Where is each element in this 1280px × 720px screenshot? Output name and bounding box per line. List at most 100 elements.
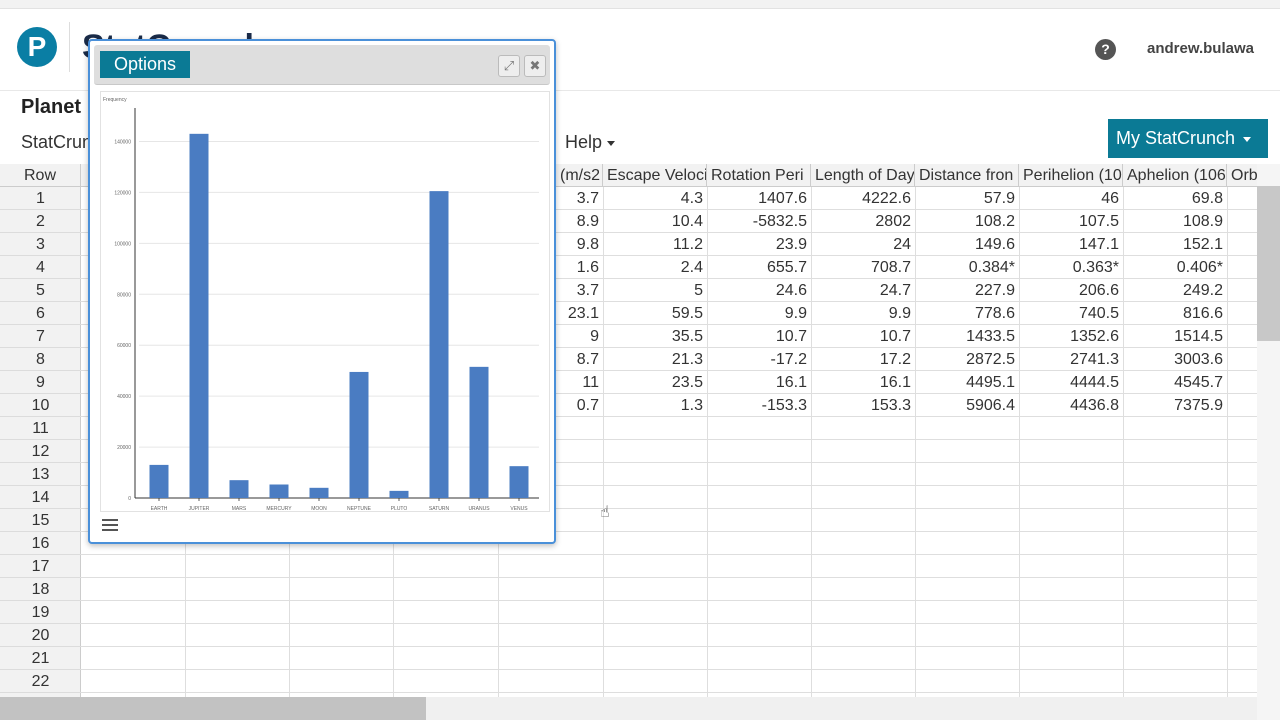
table-cell[interactable]: 5 <box>603 279 707 302</box>
table-cell[interactable]: 149.6 <box>915 233 1019 256</box>
column-header[interactable]: Escape Veloci <box>603 164 707 187</box>
table-cell[interactable]: 816.6 <box>1123 302 1227 325</box>
help-icon[interactable]: ? <box>1095 39 1116 60</box>
table-cell[interactable]: 10.4 <box>603 210 707 233</box>
row-number[interactable]: 7 <box>0 325 81 348</box>
expand-icon[interactable]: ⤢ <box>498 55 520 77</box>
table-cell[interactable]: 7375.9 <box>1123 394 1227 417</box>
table-cell[interactable]: 2.4 <box>603 256 707 279</box>
table-cell[interactable]: 23.9 <box>707 233 811 256</box>
table-cell[interactable]: 11.2 <box>603 233 707 256</box>
table-cell[interactable]: 249.2 <box>1123 279 1227 302</box>
row-number[interactable]: 11 <box>0 417 81 440</box>
table-cell[interactable]: 108.9 <box>1123 210 1227 233</box>
table-cell[interactable]: 17.2 <box>811 348 915 371</box>
table-cell[interactable]: 152.1 <box>1123 233 1227 256</box>
table-cell[interactable]: 23.5 <box>603 371 707 394</box>
row-number[interactable]: 2 <box>0 210 81 233</box>
row-number[interactable]: 15 <box>0 509 81 532</box>
table-cell[interactable]: -153.3 <box>707 394 811 417</box>
my-statcrunch-button[interactable]: My StatCrunch <box>1108 119 1268 158</box>
row-number[interactable]: 14 <box>0 486 81 509</box>
menu-icon[interactable] <box>102 519 118 531</box>
row-number[interactable]: 3 <box>0 233 81 256</box>
table-cell[interactable]: 0.363* <box>1019 256 1123 279</box>
row-number[interactable]: 21 <box>0 647 81 670</box>
column-header[interactable]: Aphelion (106 <box>1123 164 1227 187</box>
table-cell[interactable]: 69.8 <box>1123 187 1227 210</box>
table-cell[interactable]: 153.3 <box>811 394 915 417</box>
table-cell[interactable]: 0.7 <box>556 394 603 417</box>
table-cell[interactable]: 23.1 <box>556 302 603 325</box>
table-cell[interactable]: 16.1 <box>707 371 811 394</box>
table-cell[interactable]: 2802 <box>811 210 915 233</box>
graph-window[interactable]: Options ⤢ ✖ 0 20000 40000 60000 80000 100000 1… <box>88 39 556 544</box>
table-cell[interactable]: 24 <box>811 233 915 256</box>
table-cell[interactable]: 11 <box>556 371 603 394</box>
row-number[interactable]: 8 <box>0 348 81 371</box>
row-number[interactable]: 4 <box>0 256 81 279</box>
column-header[interactable]: Rotation Peri <box>707 164 811 187</box>
close-icon[interactable]: ✖ <box>524 55 546 77</box>
table-cell[interactable]: 2741.3 <box>1019 348 1123 371</box>
pearson-logo[interactable]: P <box>17 27 57 67</box>
table-cell[interactable]: 8.7 <box>556 348 603 371</box>
table-cell[interactable]: 3003.6 <box>1123 348 1227 371</box>
table-cell[interactable]: 2872.5 <box>915 348 1019 371</box>
table-cell[interactable]: 1.3 <box>603 394 707 417</box>
table-cell[interactable]: 1407.6 <box>707 187 811 210</box>
row-number[interactable]: 18 <box>0 578 81 601</box>
table-cell[interactable]: 227.9 <box>915 279 1019 302</box>
column-header[interactable]: Length of Day <box>811 164 915 187</box>
table-cell[interactable]: 108.2 <box>915 210 1019 233</box>
table-cell[interactable]: 24.6 <box>707 279 811 302</box>
table-cell[interactable]: 4545.7 <box>1123 371 1227 394</box>
table-cell[interactable]: 1352.6 <box>1019 325 1123 348</box>
graph-window-titlebar[interactable]: Options ⤢ ✖ <box>94 45 550 85</box>
table-cell[interactable]: 1.6 <box>556 256 603 279</box>
table-cell[interactable]: 655.7 <box>707 256 811 279</box>
table-cell[interactable]: 9 <box>556 325 603 348</box>
table-cell[interactable]: 740.5 <box>1019 302 1123 325</box>
table-cell[interactable]: 4444.5 <box>1019 371 1123 394</box>
table-cell[interactable]: 708.7 <box>811 256 915 279</box>
menu-statcrunch[interactable]: StatCrun <box>21 132 92 153</box>
row-number[interactable]: 5 <box>0 279 81 302</box>
username-link[interactable]: andrew.bulawa <box>1147 40 1254 57</box>
table-cell[interactable]: 5906.4 <box>915 394 1019 417</box>
row-number[interactable]: 19 <box>0 601 81 624</box>
table-cell[interactable]: 8.9 <box>556 210 603 233</box>
table-cell[interactable]: 9.9 <box>707 302 811 325</box>
menu-help[interactable]: Help <box>565 132 616 153</box>
table-cell[interactable]: 46 <box>1019 187 1123 210</box>
row-number[interactable]: 1 <box>0 187 81 210</box>
table-cell[interactable]: 3.7 <box>556 187 603 210</box>
horizontal-scrollbar-thumb[interactable] <box>81 697 426 720</box>
table-cell[interactable]: 35.5 <box>603 325 707 348</box>
table-cell[interactable]: -17.2 <box>707 348 811 371</box>
table-cell[interactable]: 9.8 <box>556 233 603 256</box>
column-header[interactable]: Distance fron <box>915 164 1019 187</box>
row-number[interactable]: 6 <box>0 302 81 325</box>
table-cell[interactable]: 57.9 <box>915 187 1019 210</box>
options-button[interactable]: Options <box>100 51 190 78</box>
table-cell[interactable]: 21.3 <box>603 348 707 371</box>
table-cell[interactable]: 0.406* <box>1123 256 1227 279</box>
row-number[interactable]: 13 <box>0 463 81 486</box>
row-number[interactable]: 20 <box>0 624 81 647</box>
row-number[interactable]: 17 <box>0 555 81 578</box>
table-cell[interactable]: 778.6 <box>915 302 1019 325</box>
row-number[interactable]: 9 <box>0 371 81 394</box>
table-cell[interactable]: 9.9 <box>811 302 915 325</box>
vertical-scrollbar-thumb[interactable] <box>1257 186 1280 341</box>
column-header[interactable]: Perihelion (10 <box>1019 164 1123 187</box>
row-number[interactable]: 16 <box>0 532 81 555</box>
table-cell[interactable]: 24.7 <box>811 279 915 302</box>
table-cell[interactable]: 10.7 <box>707 325 811 348</box>
row-number[interactable]: 10 <box>0 394 81 417</box>
table-cell[interactable]: 147.1 <box>1019 233 1123 256</box>
table-cell[interactable]: 206.6 <box>1019 279 1123 302</box>
table-cell[interactable]: 4436.8 <box>1019 394 1123 417</box>
table-cell[interactable]: 16.1 <box>811 371 915 394</box>
column-header[interactable]: (m/s2 <box>556 164 603 187</box>
